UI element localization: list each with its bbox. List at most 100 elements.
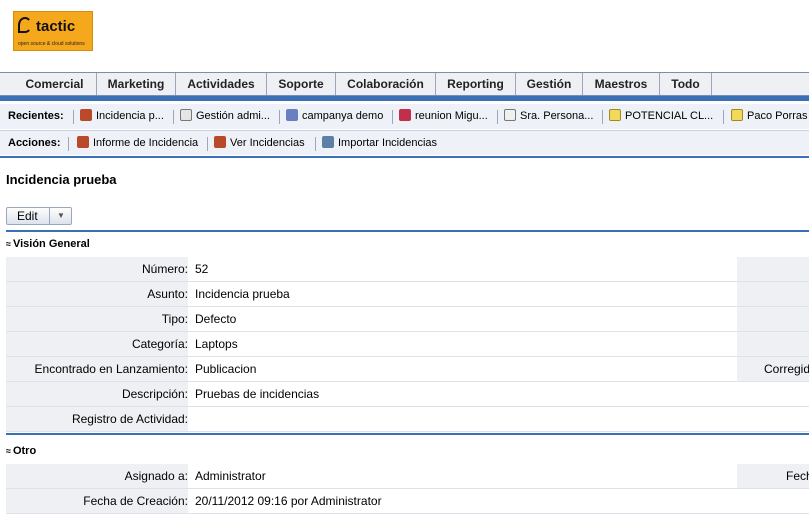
nav-comercial[interactable]: Comercial bbox=[13, 73, 97, 95]
recent-item-label: POTENCIAL CL... bbox=[625, 110, 714, 122]
field-row-fecha-creacion: Fecha de Creación: 20/11/2012 09:16 por … bbox=[6, 489, 809, 514]
field-row-numero: Número: 52 bbox=[6, 257, 809, 282]
nav-todo[interactable]: Todo bbox=[660, 73, 712, 95]
field-row-asignado: Asignado a: Administrator Fecha bbox=[6, 464, 809, 489]
field-row-tipo: Tipo: Defecto bbox=[6, 307, 809, 332]
recent-item-label: campanya demo bbox=[302, 110, 384, 122]
recent-item-gestion[interactable]: Gestión admi... bbox=[180, 104, 270, 129]
bug-list-icon bbox=[214, 136, 226, 148]
action-label: Importar Incidencias bbox=[338, 137, 438, 149]
recent-item-potencial[interactable]: POTENCIAL CL... bbox=[609, 104, 713, 129]
nav-accent-bar bbox=[0, 96, 809, 101]
field-value: Laptops bbox=[195, 337, 238, 351]
action-ver-incidencias[interactable]: Ver Incidencias bbox=[214, 131, 305, 156]
section-title: Otro bbox=[12, 445, 37, 457]
main-nav: Comercial Marketing Actividades Soporte … bbox=[0, 72, 809, 96]
nav-actividades[interactable]: Actividades bbox=[176, 73, 267, 95]
action-label: Ver Incidencias bbox=[230, 137, 305, 149]
field-row-categoria: Categoría: Laptops bbox=[6, 332, 809, 357]
edit-button-label: Edit bbox=[17, 209, 38, 223]
page-title: Incidencia prueba bbox=[6, 172, 117, 187]
field-value: Pruebas de incidencias bbox=[195, 387, 320, 401]
recent-item-label: Paco Porras bbox=[747, 110, 808, 122]
bug-add-icon bbox=[77, 136, 89, 148]
divider bbox=[392, 110, 393, 124]
field-label: Descripción: bbox=[6, 382, 188, 406]
divider bbox=[723, 110, 724, 124]
nav-reporting[interactable]: Reporting bbox=[436, 73, 516, 95]
recent-item-reunion[interactable]: reunion Migu... bbox=[399, 104, 488, 129]
field-right-label: Corregido bbox=[737, 357, 809, 381]
section-divider bbox=[6, 433, 809, 435]
recent-item-paco[interactable]: Paco Porras bbox=[731, 104, 808, 129]
field-value: Publicacion bbox=[195, 362, 257, 376]
field-row-lanzamiento: Encontrado en Lanzamiento: Publicacion C… bbox=[6, 357, 809, 382]
tactic-logo[interactable]: tactic open source & cloud solutions bbox=[13, 11, 93, 51]
field-label: Número: bbox=[6, 257, 188, 281]
divider bbox=[68, 137, 69, 151]
field-right-label bbox=[737, 307, 809, 331]
recent-bar: Recientes: Incidencia p... Gestión admi.… bbox=[0, 104, 809, 129]
recent-item-label: Gestión admi... bbox=[196, 110, 270, 122]
action-importar-incidencias[interactable]: Importar Incidencias bbox=[322, 131, 437, 156]
field-label: Asignado a: bbox=[6, 464, 188, 488]
recent-item-label: Sra. Persona... bbox=[520, 110, 594, 122]
contact-card-icon bbox=[504, 109, 516, 121]
field-row-asunto: Asunto: Incidencia prueba bbox=[6, 282, 809, 307]
divider bbox=[49, 208, 50, 224]
action-informe-incidencia[interactable]: Informe de Incidencia bbox=[77, 131, 198, 156]
nav-soporte[interactable]: Soporte bbox=[267, 73, 336, 95]
nav-colaboracion[interactable]: Colaboración bbox=[336, 73, 436, 95]
field-right-label bbox=[737, 332, 809, 356]
divider bbox=[207, 137, 208, 151]
field-label: Encontrado en Lanzamiento: bbox=[6, 357, 188, 381]
document-icon bbox=[180, 109, 192, 121]
logo-word: tactic bbox=[36, 18, 76, 35]
logo-tagline: open source & cloud solutions bbox=[18, 41, 85, 47]
section-divider bbox=[6, 230, 809, 232]
action-label: Informe de Incidencia bbox=[93, 137, 199, 149]
field-value: 20/11/2012 09:16 por Administrator bbox=[195, 494, 382, 508]
nav-maestros[interactable]: Maestros bbox=[583, 73, 660, 95]
bug-icon bbox=[80, 109, 92, 121]
recent-item-incidencia[interactable]: Incidencia p... bbox=[80, 104, 164, 129]
recent-item-campanya[interactable]: campanya demo bbox=[286, 104, 383, 129]
recent-item-persona[interactable]: Sra. Persona... bbox=[504, 104, 593, 129]
field-value: 52 bbox=[195, 262, 209, 276]
field-value: Incidencia prueba bbox=[195, 287, 290, 301]
field-right-label bbox=[737, 407, 809, 431]
folder-icon bbox=[731, 109, 743, 121]
section-title: Visión General bbox=[12, 238, 90, 250]
meeting-icon bbox=[399, 109, 411, 121]
import-icon bbox=[322, 136, 334, 148]
field-label: Fecha de Creación: bbox=[6, 489, 188, 513]
field-right-label: Fecha bbox=[737, 464, 809, 488]
actions-bar: Acciones: Informe de Incidencia Ver Inci… bbox=[0, 130, 809, 155]
recent-label: Recientes: bbox=[8, 110, 64, 122]
logo-mark-icon bbox=[18, 17, 32, 33]
recent-item-label: reunion Migu... bbox=[415, 110, 488, 122]
field-right-label bbox=[737, 382, 809, 406]
divider bbox=[602, 110, 603, 124]
divider bbox=[73, 110, 74, 124]
field-label: Asunto: bbox=[6, 282, 188, 306]
field-label: Registro de Actividad: bbox=[6, 407, 188, 431]
section-header-otro[interactable]: ≈ Otro bbox=[6, 445, 36, 457]
field-right-label bbox=[737, 282, 809, 306]
field-row-registro: Registro de Actividad: bbox=[6, 407, 809, 432]
campaign-icon bbox=[286, 109, 298, 121]
divider bbox=[315, 137, 316, 151]
recent-item-label: Incidencia p... bbox=[96, 110, 164, 122]
folder-icon bbox=[609, 109, 621, 121]
field-label: Categoría: bbox=[6, 332, 188, 356]
divider bbox=[279, 110, 280, 124]
chevron-down-icon[interactable]: ▼ bbox=[57, 211, 65, 220]
nav-gestion[interactable]: Gestión bbox=[516, 73, 583, 95]
field-label: Tipo: bbox=[6, 307, 188, 331]
nav-marketing[interactable]: Marketing bbox=[97, 73, 176, 95]
field-right-label bbox=[737, 489, 809, 513]
field-value: Administrator bbox=[195, 469, 266, 483]
edit-button[interactable]: Edit ▼ bbox=[6, 207, 72, 225]
section-header-general[interactable]: ≈ Visión General bbox=[6, 238, 90, 250]
actions-accent-bar bbox=[0, 156, 809, 158]
